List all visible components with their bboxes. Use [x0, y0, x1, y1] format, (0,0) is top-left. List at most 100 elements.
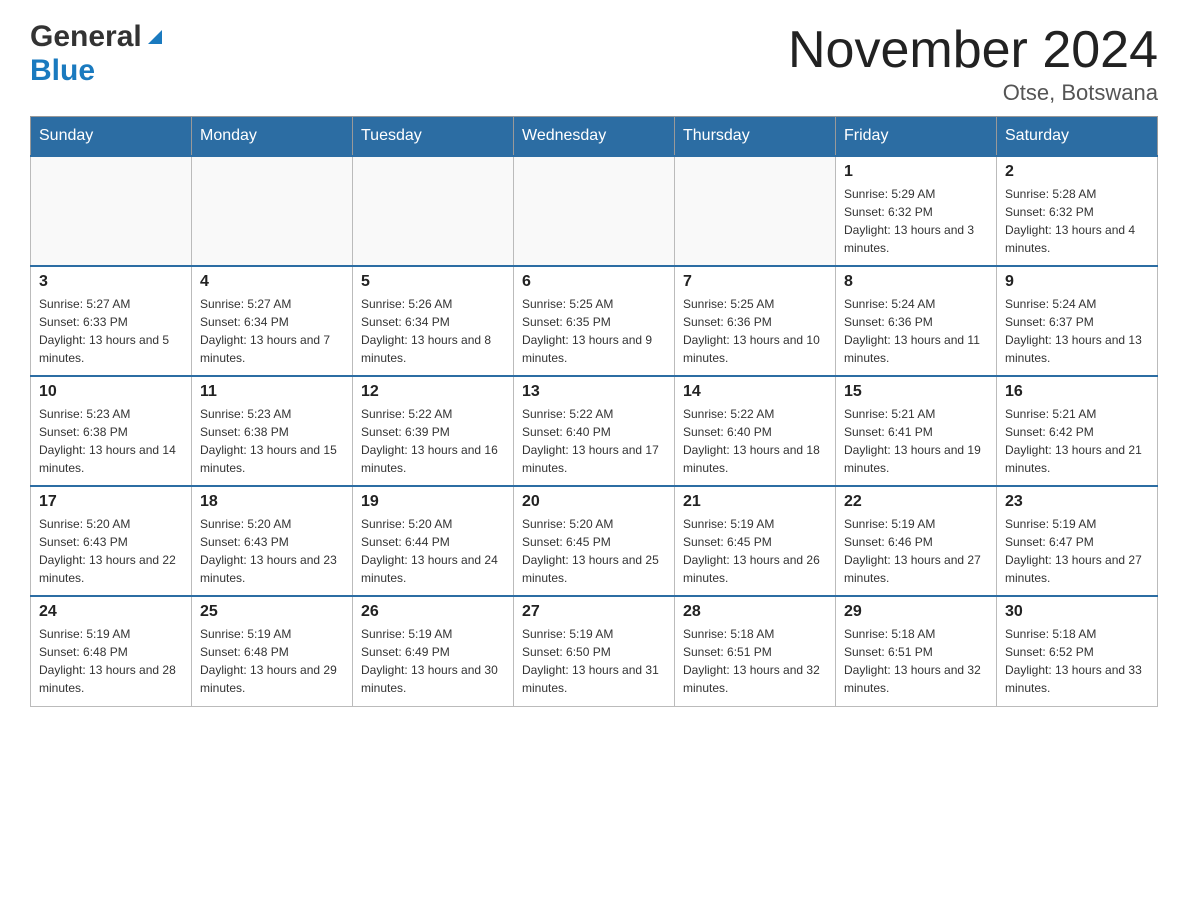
- day-number: 8: [844, 273, 988, 291]
- day-number: 7: [683, 273, 827, 291]
- day-number: 9: [1005, 273, 1149, 291]
- calendar-cell: [675, 156, 836, 266]
- calendar-cell: [192, 156, 353, 266]
- day-info: Sunrise: 5:20 AMSunset: 6:43 PMDaylight:…: [200, 515, 344, 587]
- week-row-5: 24 Sunrise: 5:19 AMSunset: 6:48 PMDayligh…: [31, 596, 1158, 706]
- calendar-cell: 9 Sunrise: 5:24 AMSunset: 6:37 PMDaylight…: [997, 266, 1158, 376]
- calendar-cell: 20 Sunrise: 5:20 AMSunset: 6:45 PMDayligh…: [514, 486, 675, 596]
- location-subtitle: Otse, Botswana: [788, 80, 1158, 106]
- calendar-cell: [353, 156, 514, 266]
- day-info: Sunrise: 5:23 AMSunset: 6:38 PMDaylight:…: [200, 405, 344, 477]
- calendar-cell: 6Sunrise: 5:25 AMSunset: 6:35 PMDaylight…: [514, 266, 675, 376]
- day-number: 1: [844, 163, 988, 181]
- day-info: Sunrise: 5:20 AMSunset: 6:44 PMDaylight:…: [361, 515, 505, 587]
- day-info: Sunrise: 5:19 AMSunset: 6:50 PMDaylight:…: [522, 625, 666, 697]
- calendar-cell: [514, 156, 675, 266]
- calendar-cell: 7 Sunrise: 5:25 AMSunset: 6:36 PMDaylight…: [675, 266, 836, 376]
- calendar-cell: 18Sunrise: 5:20 AMSunset: 6:43 PMDayligh…: [192, 486, 353, 596]
- calendar-cell: 3 Sunrise: 5:27 AMSunset: 6:33 PMDaylight…: [31, 266, 192, 376]
- day-info: Sunrise: 5:18 AMSunset: 6:51 PMDaylight:…: [683, 625, 827, 697]
- logo: General Blue: [30, 20, 166, 88]
- logo-general-text: General: [30, 20, 142, 54]
- header-saturday: Saturday: [997, 117, 1158, 157]
- calendar-cell: 12 Sunrise: 5:22 AMSunset: 6:39 PMDayligh…: [353, 376, 514, 486]
- header-sunday: Sunday: [31, 117, 192, 157]
- day-info: Sunrise: 5:19 AMSunset: 6:47 PMDaylight:…: [1005, 515, 1149, 587]
- calendar-cell: 17 Sunrise: 5:20 AMSunset: 6:43 PMDayligh…: [31, 486, 192, 596]
- logo-triangle-icon: [144, 26, 166, 53]
- day-info: Sunrise: 5:23 AMSunset: 6:38 PMDaylight:…: [39, 405, 183, 477]
- day-number: 17: [39, 493, 183, 511]
- day-info: Sunrise: 5:19 AMSunset: 6:48 PMDaylight:…: [39, 625, 183, 697]
- day-info: Sunrise: 5:24 AMSunset: 6:36 PMDaylight:…: [844, 295, 988, 367]
- header-friday: Friday: [836, 117, 997, 157]
- day-info: Sunrise: 5:19 AMSunset: 6:46 PMDaylight:…: [844, 515, 988, 587]
- day-number: 20: [522, 493, 666, 511]
- week-row-4: 17 Sunrise: 5:20 AMSunset: 6:43 PMDayligh…: [31, 486, 1158, 596]
- calendar-cell: 24 Sunrise: 5:19 AMSunset: 6:48 PMDayligh…: [31, 596, 192, 706]
- day-number: 24: [39, 603, 183, 621]
- day-number: 12: [361, 383, 505, 401]
- calendar-cell: [31, 156, 192, 266]
- day-number: 4: [200, 273, 344, 291]
- day-info: Sunrise: 5:22 AMSunset: 6:39 PMDaylight:…: [361, 405, 505, 477]
- day-number: 3: [39, 273, 183, 291]
- day-info: Sunrise: 5:21 AMSunset: 6:42 PMDaylight:…: [1005, 405, 1149, 477]
- calendar-cell: 23 Sunrise: 5:19 AMSunset: 6:47 PMDayligh…: [997, 486, 1158, 596]
- day-number: 26: [361, 603, 505, 621]
- day-number: 13: [522, 383, 666, 401]
- day-info: Sunrise: 5:18 AMSunset: 6:52 PMDaylight:…: [1005, 625, 1149, 697]
- day-number: 16: [1005, 383, 1149, 401]
- calendar-cell: 21 Sunrise: 5:19 AMSunset: 6:45 PMDayligh…: [675, 486, 836, 596]
- day-number: 30: [1005, 603, 1149, 621]
- logo-blue-text: Blue: [30, 54, 95, 87]
- day-info: Sunrise: 5:26 AMSunset: 6:34 PMDaylight:…: [361, 295, 505, 367]
- day-number: 27: [522, 603, 666, 621]
- day-info: Sunrise: 5:20 AMSunset: 6:43 PMDaylight:…: [39, 515, 183, 587]
- calendar-cell: 4 Sunrise: 5:27 AMSunset: 6:34 PMDaylight…: [192, 266, 353, 376]
- calendar-cell: 30 Sunrise: 5:18 AMSunset: 6:52 PMDayligh…: [997, 596, 1158, 706]
- header-monday: Monday: [192, 117, 353, 157]
- calendar-table: Sunday Monday Tuesday Wednesday Thursday…: [30, 116, 1158, 707]
- day-info: Sunrise: 5:27 AMSunset: 6:34 PMDaylight:…: [200, 295, 344, 367]
- day-info: Sunrise: 5:21 AMSunset: 6:41 PMDaylight:…: [844, 405, 988, 477]
- calendar-cell: 16 Sunrise: 5:21 AMSunset: 6:42 PMDayligh…: [997, 376, 1158, 486]
- calendar-cell: 8 Sunrise: 5:24 AMSunset: 6:36 PMDaylight…: [836, 266, 997, 376]
- day-info: Sunrise: 5:20 AMSunset: 6:45 PMDaylight:…: [522, 515, 666, 587]
- calendar-cell: 2Sunrise: 5:28 AMSunset: 6:32 PMDaylight…: [997, 156, 1158, 266]
- calendar-cell: 22Sunrise: 5:19 AMSunset: 6:46 PMDayligh…: [836, 486, 997, 596]
- day-info: Sunrise: 5:25 AMSunset: 6:36 PMDaylight:…: [683, 295, 827, 367]
- day-info: Sunrise: 5:22 AMSunset: 6:40 PMDaylight:…: [522, 405, 666, 477]
- day-info: Sunrise: 5:19 AMSunset: 6:48 PMDaylight:…: [200, 625, 344, 697]
- header-thursday: Thursday: [675, 117, 836, 157]
- calendar-cell: 13 Sunrise: 5:22 AMSunset: 6:40 PMDayligh…: [514, 376, 675, 486]
- week-row-3: 10 Sunrise: 5:23 AMSunset: 6:38 PMDayligh…: [31, 376, 1158, 486]
- day-number: 5: [361, 273, 505, 291]
- day-number: 29: [844, 603, 988, 621]
- day-number: 14: [683, 383, 827, 401]
- day-info: Sunrise: 5:19 AMSunset: 6:45 PMDaylight:…: [683, 515, 827, 587]
- day-number: 19: [361, 493, 505, 511]
- day-number: 10: [39, 383, 183, 401]
- calendar-cell: 14 Sunrise: 5:22 AMSunset: 6:40 PMDayligh…: [675, 376, 836, 486]
- day-number: 23: [1005, 493, 1149, 511]
- day-info: Sunrise: 5:25 AMSunset: 6:35 PMDaylight:…: [522, 295, 666, 367]
- calendar-cell: 10 Sunrise: 5:23 AMSunset: 6:38 PMDayligh…: [31, 376, 192, 486]
- day-number: 28: [683, 603, 827, 621]
- day-number: 21: [683, 493, 827, 511]
- title-section: November 2024 Otse, Botswana: [788, 20, 1158, 106]
- day-number: 11: [200, 383, 344, 401]
- calendar-cell: 5 Sunrise: 5:26 AMSunset: 6:34 PMDaylight…: [353, 266, 514, 376]
- calendar-cell: 28 Sunrise: 5:18 AMSunset: 6:51 PMDayligh…: [675, 596, 836, 706]
- day-number: 25: [200, 603, 344, 621]
- month-year-title: November 2024: [788, 20, 1158, 80]
- page-header: General Blue November 2024 Otse, Botswan…: [30, 20, 1158, 106]
- week-row-1: 1Sunrise: 5:29 AMSunset: 6:32 PMDaylight…: [31, 156, 1158, 266]
- calendar-cell: 1Sunrise: 5:29 AMSunset: 6:32 PMDaylight…: [836, 156, 997, 266]
- day-info: Sunrise: 5:18 AMSunset: 6:51 PMDaylight:…: [844, 625, 988, 697]
- day-info: Sunrise: 5:22 AMSunset: 6:40 PMDaylight:…: [683, 405, 827, 477]
- day-info: Sunrise: 5:27 AMSunset: 6:33 PMDaylight:…: [39, 295, 183, 367]
- day-info: Sunrise: 5:24 AMSunset: 6:37 PMDaylight:…: [1005, 295, 1149, 367]
- calendar-cell: 19 Sunrise: 5:20 AMSunset: 6:44 PMDayligh…: [353, 486, 514, 596]
- header-tuesday: Tuesday: [353, 117, 514, 157]
